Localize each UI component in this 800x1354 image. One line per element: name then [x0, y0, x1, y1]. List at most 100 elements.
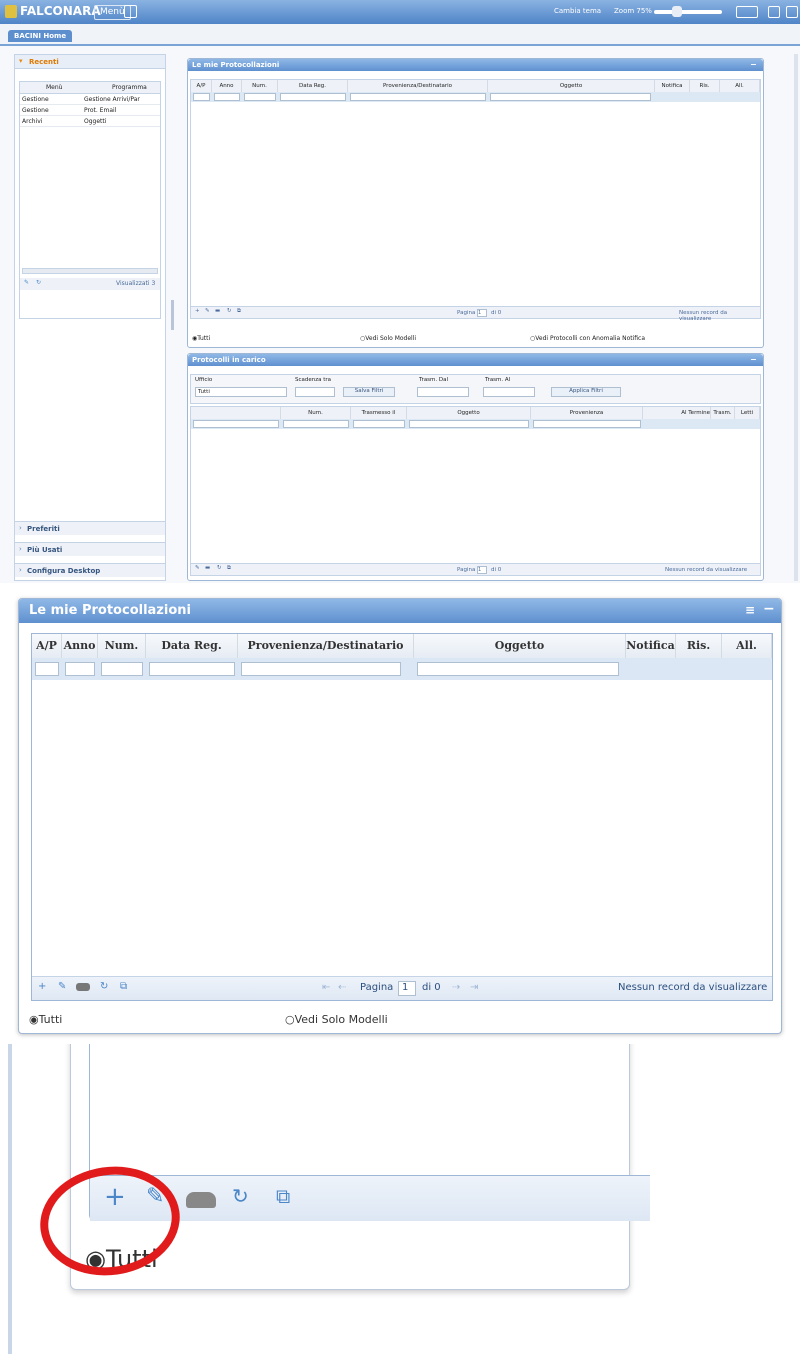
col-ap[interactable]: A/P [32, 634, 62, 658]
col-ap[interactable]: A/P [191, 80, 212, 92]
filter-oggetto[interactable] [417, 662, 619, 676]
col-num[interactable]: Num. [242, 80, 278, 92]
refresh-icon[interactable]: ↻ [100, 981, 108, 992]
sidebar-item-preferiti[interactable]: › Preferiti [15, 521, 165, 535]
salva-filtri-button[interactable]: Salva Filtri [343, 387, 395, 397]
col-data-reg[interactable]: Data Reg. [146, 634, 238, 658]
print-icon[interactable]: ▬ [205, 565, 210, 571]
zoom-slider-handle[interactable] [672, 6, 682, 17]
col-notifica[interactable]: Notifica [626, 634, 676, 658]
col-provenienza[interactable]: Provenienza/Destinatario [348, 80, 488, 92]
collapse-icon[interactable]: − [750, 355, 757, 364]
col-anno[interactable]: Anno [212, 80, 242, 92]
tab-home[interactable]: BACINI Home [8, 30, 73, 42]
edit-icon[interactable]: ✎ [205, 308, 210, 314]
filter-provenienza[interactable] [350, 93, 486, 101]
col-oggetto[interactable]: Oggetto [414, 634, 626, 658]
col-trasm[interactable]: Trasm. [711, 407, 735, 419]
page-input[interactable]: 1 [477, 309, 487, 317]
print-icon[interactable] [76, 983, 90, 991]
refresh-icon[interactable]: ↻ [36, 279, 41, 286]
detach-icon[interactable]: ⧉ [237, 308, 241, 315]
filter-oggetto[interactable] [409, 420, 529, 428]
filter-provenienza[interactable] [533, 420, 641, 428]
splitter[interactable] [171, 300, 174, 330]
collapse-icon[interactable]: − [750, 60, 757, 69]
col-blank[interactable] [191, 407, 281, 419]
page-input[interactable]: 1 [398, 981, 416, 996]
refresh-icon[interactable]: ↻ [227, 308, 232, 314]
print-icon[interactable]: ▬ [215, 308, 220, 314]
radio-tutti[interactable]: ◉Tutti [29, 1013, 62, 1026]
page-input[interactable]: 1 [477, 566, 487, 574]
table-row[interactable]: Gestione Gestione Arrivi/Par [20, 94, 160, 105]
detach-icon[interactable]: ⧉ [120, 981, 127, 992]
prev-page-icon[interactable]: ⇠ [338, 982, 346, 993]
col-program[interactable]: Programma [112, 84, 147, 91]
filter-anno[interactable] [65, 662, 95, 676]
sidebar-item-piu-usati[interactable]: › Più Usati [15, 542, 165, 556]
first-page-icon[interactable]: ⇤ [322, 982, 330, 993]
col-al-termine[interactable]: Al Termine [643, 407, 711, 419]
edit-icon[interactable]: ✎ [24, 279, 29, 286]
refresh-icon[interactable]: ↻ [217, 565, 222, 571]
menu-icon[interactable]: ≡ [745, 603, 755, 617]
col-oggetto[interactable]: Oggetto [488, 80, 655, 92]
filter-num[interactable] [101, 662, 143, 676]
filter-data-reg[interactable] [280, 93, 346, 101]
col-all[interactable]: All. [722, 634, 772, 658]
zoom-slider[interactable] [654, 10, 722, 14]
applica-filtri-button[interactable]: Applica Filtri [551, 387, 621, 397]
last-page-icon[interactable]: ⇥ [470, 982, 478, 993]
filter-blank[interactable] [193, 420, 279, 428]
edit-icon[interactable]: ✎ [195, 565, 200, 571]
theme-label[interactable]: Cambia tema [554, 7, 601, 15]
col-oggetto[interactable]: Oggetto [407, 407, 531, 419]
scadenza-input[interactable] [295, 387, 335, 397]
col-trasmesso[interactable]: Trasmesso il [351, 407, 407, 419]
col-ris[interactable]: Ris. [676, 634, 722, 658]
table-row[interactable]: Archivi Oggetti [20, 116, 160, 127]
filter-data-reg[interactable] [149, 662, 235, 676]
filter-oggetto[interactable] [490, 93, 651, 101]
col-data-reg[interactable]: Data Reg. [278, 80, 348, 92]
col-menu[interactable]: Menù [46, 84, 62, 91]
logout-icon[interactable] [786, 6, 798, 18]
filter-num[interactable] [244, 93, 276, 101]
col-letti[interactable]: Letti [735, 407, 760, 419]
right-scrollbar[interactable] [794, 54, 798, 581]
filter-trasmesso[interactable] [353, 420, 405, 428]
col-num[interactable]: Num. [98, 634, 146, 658]
recent-header[interactable]: ▾ Recenti [15, 55, 165, 69]
filter-anno[interactable] [214, 93, 240, 101]
trasm-dal-input[interactable] [417, 387, 469, 397]
trasm-al-input[interactable] [483, 387, 535, 397]
col-provenienza[interactable]: Provenienza/Destinatario [238, 634, 414, 658]
radio-modelli[interactable]: ○Vedi Solo Modelli [360, 335, 416, 342]
filter-ap[interactable] [193, 93, 210, 101]
table-row[interactable]: Gestione Prot. Email [20, 105, 160, 116]
radio-modelli[interactable]: ○Vedi Solo Modelli [285, 1013, 388, 1026]
col-notifica[interactable]: Notifica [655, 80, 690, 92]
ufficio-select[interactable]: Tutti [195, 387, 287, 397]
radio-tutti[interactable]: ◉Tutti [192, 335, 210, 342]
col-all[interactable]: All. [720, 80, 760, 92]
add-icon[interactable]: + [195, 308, 200, 314]
help-icon[interactable] [736, 6, 758, 18]
next-page-icon[interactable]: ⇢ [452, 982, 460, 993]
col-provenienza[interactable]: Provenienza [531, 407, 643, 419]
filter-provenienza[interactable] [241, 662, 401, 676]
add-icon[interactable]: + [38, 981, 46, 992]
filter-num[interactable] [283, 420, 349, 428]
col-num[interactable]: Num. [281, 407, 351, 419]
settings-icon[interactable] [768, 6, 780, 18]
edit-icon[interactable]: ✎ [58, 981, 66, 992]
filter-ap[interactable] [35, 662, 59, 676]
collapse-icon[interactable]: − [763, 601, 775, 617]
sidebar-item-configura[interactable]: › Configura Desktop [15, 563, 165, 577]
print-icon[interactable] [186, 1192, 216, 1208]
detach-icon[interactable]: ⧉ [276, 1184, 290, 1208]
radio-anomalia[interactable]: ○Vedi Protocolli con Anomalia Notifica [530, 335, 645, 342]
refresh-icon[interactable]: ↻ [232, 1184, 249, 1208]
col-ris[interactable]: Ris. [690, 80, 720, 92]
